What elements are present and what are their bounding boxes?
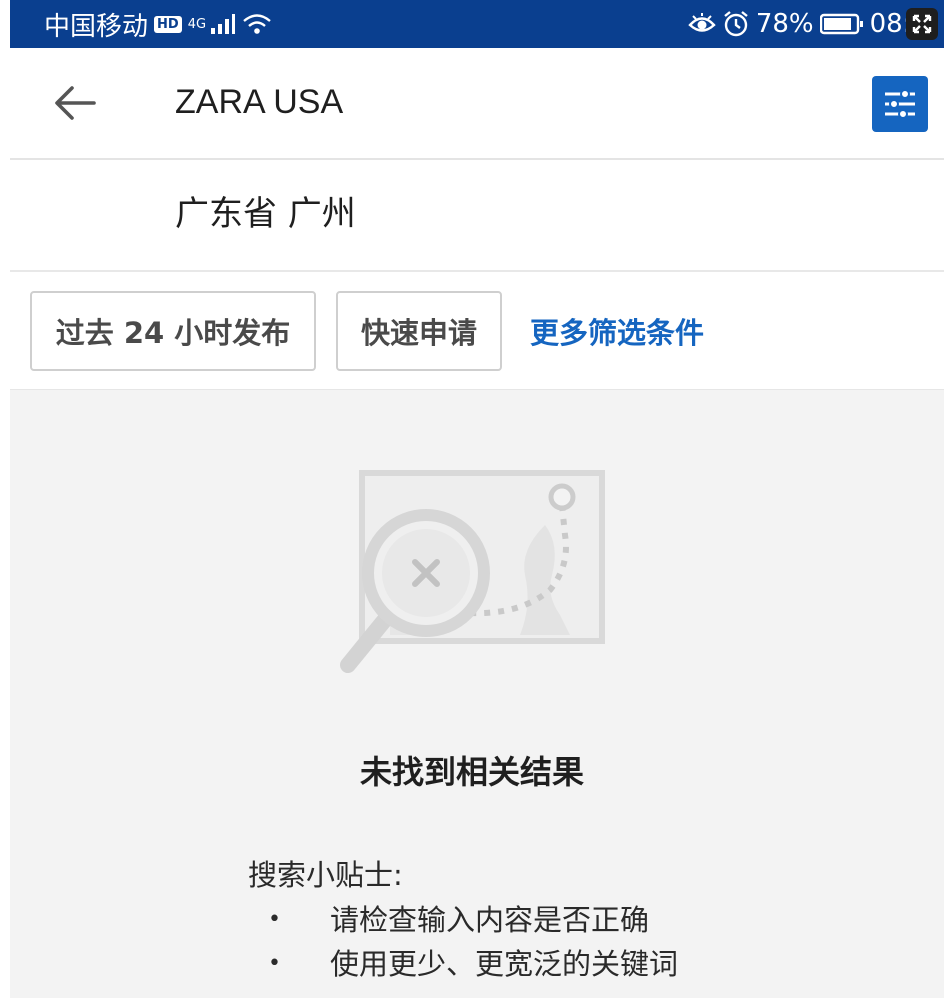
more-filters-link[interactable]: 更多筛选条件 — [530, 291, 704, 371]
filter-chips-row: 过去 24 小时发布 快速申请 更多筛选条件 — [10, 272, 944, 390]
search-map-illustration — [340, 470, 605, 673]
top-app-bar: ZARA USA — [10, 48, 944, 160]
filter-button[interactable] — [872, 76, 928, 132]
tip-text: 使用更少、更宽泛的关键词 — [330, 947, 679, 981]
search-tips-title: 搜索小贴士: — [248, 858, 403, 892]
expand-button[interactable] — [906, 8, 938, 40]
search-query-title[interactable]: ZARA USA — [175, 80, 343, 124]
back-button[interactable] — [50, 78, 100, 128]
status-bar: 中国移动 HD 4G 78% 08:3 — [10, 0, 944, 48]
carrier-name: 中国移动 — [44, 11, 149, 42]
location-text: 广东省 广州 — [175, 194, 356, 234]
hd-badge: HD — [154, 15, 182, 33]
expand-icon — [912, 14, 932, 34]
sliders-icon — [885, 89, 915, 119]
alarm-icon — [722, 10, 750, 38]
network-type: 4G — [187, 16, 207, 32]
status-left: 中国移动 HD 4G — [10, 6, 272, 43]
chip-past-24-hours[interactable]: 过去 24 小时发布 — [30, 291, 316, 371]
status-right: 78% 08:3 — [688, 8, 944, 40]
battery-percent: 78% — [755, 9, 814, 39]
list-item: • 请检查输入内容是否正确 — [268, 898, 678, 942]
list-item: • 使用更少、更宽泛的关键词 — [268, 942, 678, 986]
arrow-left-icon — [55, 86, 96, 120]
signal-icon — [210, 13, 236, 35]
empty-state-title: 未找到相关结果 — [359, 753, 584, 791]
tip-text: 请检查输入内容是否正确 — [330, 903, 650, 937]
location-field[interactable]: 广东省 广州 — [10, 160, 944, 272]
empty-illustration — [320, 455, 630, 705]
job-search-page: 中国移动 HD 4G 78% 08:3 ZARA USA 广东省 广州 过去 2… — [0, 0, 944, 998]
chip-quick-apply[interactable]: 快速申请 — [336, 291, 502, 371]
bullet-icon: • — [268, 907, 281, 932]
wifi-icon — [242, 12, 272, 36]
search-tips-list: • 请检查输入内容是否正确 • 使用更少、更宽泛的关键词 — [268, 898, 678, 986]
bullet-icon: • — [268, 951, 281, 976]
battery-icon — [819, 13, 864, 35]
eye-icon — [688, 13, 716, 35]
